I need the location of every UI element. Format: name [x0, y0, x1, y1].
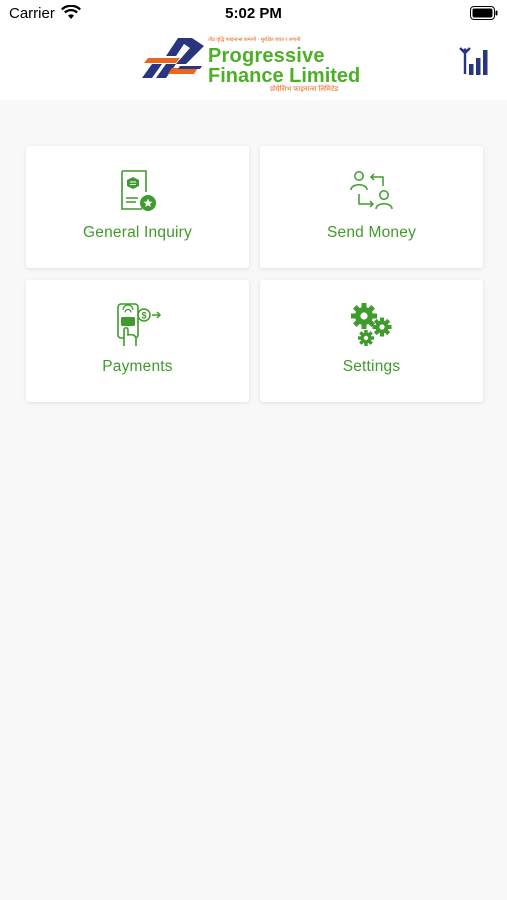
- svg-text:$: $: [141, 311, 146, 321]
- transfer-users-icon: [260, 168, 483, 214]
- status-bar: Carrier 5:02 PM: [0, 0, 507, 28]
- signal-bars-icon[interactable]: [456, 44, 490, 80]
- logo-name-line1: Progressive: [208, 45, 325, 67]
- logo-mark-icon: [142, 38, 206, 83]
- battery-icon: [470, 6, 498, 25]
- gears-icon: [260, 302, 483, 348]
- send-money-button[interactable]: Send Money: [260, 146, 483, 268]
- general-inquiry-button[interactable]: General Inquiry: [26, 146, 249, 268]
- settings-label: Settings: [342, 358, 401, 375]
- logo-name-line2: Finance Limited: [208, 65, 361, 87]
- settings-button[interactable]: Settings: [260, 280, 483, 402]
- general-inquiry-label: General Inquiry: [83, 224, 192, 241]
- logo-tagline: तीव्र वृद्धि फाइनान्स कम्पनी · सुरक्षित …: [208, 37, 301, 43]
- app-header: तीव्र वृद्धि फाइनान्स कम्पनी · सुरक्षित …: [0, 28, 507, 100]
- mobile-payment-icon: $: [26, 302, 249, 348]
- payments-label: Payments: [102, 358, 173, 375]
- company-logo: तीव्र वृद्धि फाइनान्स कम्पनी · सुरक्षित …: [142, 34, 366, 94]
- send-money-label: Send Money: [326, 224, 417, 241]
- clock: 5:02 PM: [225, 5, 282, 22]
- payments-button[interactable]: $ Payments: [26, 280, 249, 402]
- logo-name-nepali: प्रोग्रेसिभ फाइनान्स लिमिटेड: [270, 86, 339, 93]
- document-badge-icon: [26, 168, 249, 214]
